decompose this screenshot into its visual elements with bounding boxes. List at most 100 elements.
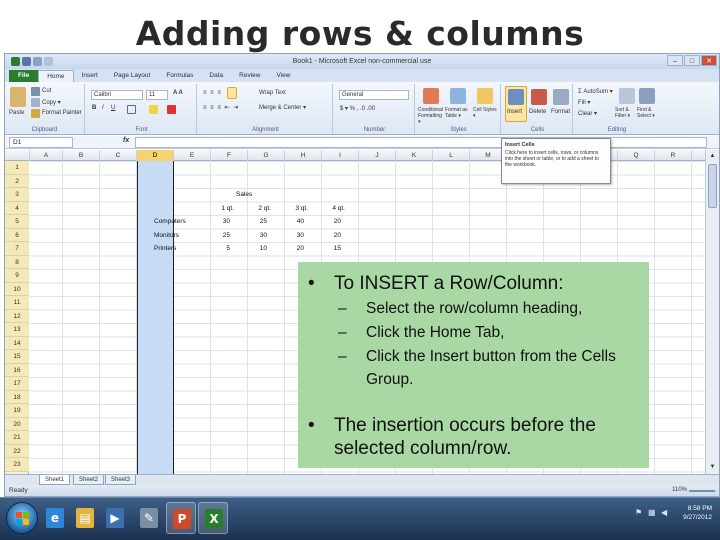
volume-icon[interactable]: ◀	[661, 508, 670, 517]
flag-icon[interactable]: ⚑	[635, 508, 644, 517]
sort-filter-button[interactable]: Sort & Filter ▾	[615, 107, 637, 119]
copy-icon[interactable]	[31, 98, 40, 107]
taskbar-app-powerpoint[interactable]: P	[166, 502, 196, 534]
font-size-select[interactable]: 11	[146, 90, 168, 100]
format-as-table-button[interactable]: Format as Table ▾	[445, 107, 471, 119]
tab-formulas[interactable]: Formulas	[158, 70, 201, 82]
italic-button[interactable]: I	[102, 105, 104, 111]
row-header-22[interactable]: 22	[5, 444, 29, 458]
merge-center-button[interactable]: Merge & Center ▾	[259, 104, 306, 111]
number-format-select[interactable]: General	[339, 90, 409, 100]
scroll-down-icon[interactable]: ▼	[708, 463, 717, 472]
sort-filter-icon[interactable]	[619, 88, 635, 104]
column-header-r[interactable]: R	[655, 150, 692, 161]
network-icon[interactable]: ▦	[648, 508, 657, 517]
sales-value-cell[interactable]: 30	[271, 229, 304, 243]
name-box[interactable]: D1	[9, 137, 73, 148]
quarter-header-cell[interactable]: 2 qt.	[238, 202, 271, 216]
bold-button[interactable]: B	[92, 105, 96, 111]
align-left-icon[interactable]: ≡ ≡ ≡ ⇤ ⇥	[203, 104, 239, 111]
cut-button[interactable]: Cut	[42, 88, 51, 94]
sales-value-cell[interactable]: 5	[197, 242, 230, 256]
tab-home[interactable]: Home	[38, 70, 74, 82]
column-header-b[interactable]: B	[63, 150, 100, 161]
function-icon[interactable]: fx	[123, 137, 129, 144]
tab-view[interactable]: View	[268, 70, 298, 82]
scroll-up-icon[interactable]: ▲	[708, 152, 717, 161]
sales-value-cell[interactable]: 25	[234, 215, 267, 229]
tab-page-layout[interactable]: Page Layout	[106, 70, 159, 82]
format-painter-icon[interactable]	[31, 109, 40, 118]
vertical-scrollbar[interactable]: ▲ ▼	[705, 150, 719, 474]
taskbar-app-explorer[interactable]: ▤	[70, 502, 100, 534]
zoom-slider[interactable]	[689, 490, 715, 492]
format-painter-button[interactable]: Format Painter	[42, 110, 82, 116]
wrap-text-button[interactable]: Wrap Text	[259, 90, 286, 96]
clear-button[interactable]: Clear ▾	[578, 110, 597, 117]
tab-file[interactable]: File	[9, 70, 39, 82]
select-all-corner[interactable]	[5, 150, 30, 161]
cell-styles-icon[interactable]	[477, 88, 493, 104]
insert-cells-icon[interactable]	[508, 89, 524, 105]
item-label-cell[interactable]: Monitors	[154, 229, 179, 243]
row-header-13[interactable]: 13	[5, 323, 29, 337]
row-header-3[interactable]: 3	[5, 188, 29, 202]
start-button[interactable]	[6, 502, 38, 534]
scroll-thumb[interactable]	[708, 164, 717, 208]
paste-button[interactable]: Paste	[9, 110, 24, 116]
row-header-21[interactable]: 21	[5, 431, 29, 445]
row-header-4[interactable]: 4	[5, 201, 29, 215]
row-header-1[interactable]: 1	[5, 161, 29, 175]
column-header-q[interactable]: Q	[618, 150, 655, 161]
middle-align-icon[interactable]	[227, 87, 237, 99]
sheet-tab-1[interactable]: Sheet1	[39, 475, 71, 485]
delete-cells-icon[interactable]	[531, 89, 547, 105]
conditional-formatting-button[interactable]: Conditional Formatting ▾	[418, 107, 444, 125]
tab-insert[interactable]: Insert	[74, 70, 106, 82]
font-color-icon[interactable]	[167, 105, 176, 114]
sales-value-cell[interactable]: 25	[197, 229, 230, 243]
tab-data[interactable]: Data	[201, 70, 231, 82]
sales-value-cell[interactable]: 20	[308, 215, 341, 229]
row-header-12[interactable]: 12	[5, 309, 29, 323]
column-header-d[interactable]: D	[137, 150, 174, 161]
formula-input[interactable]	[135, 137, 707, 148]
maximize-button[interactable]: □	[684, 55, 700, 66]
close-button[interactable]: ✕	[701, 55, 717, 66]
quarter-header-cell[interactable]: 4 qt.	[312, 202, 345, 216]
row-header-11[interactable]: 11	[5, 296, 29, 310]
row-header-15[interactable]: 15	[5, 350, 29, 364]
column-header-g[interactable]: G	[248, 150, 285, 161]
paste-icon[interactable]	[10, 87, 26, 107]
row-header-16[interactable]: 16	[5, 363, 29, 377]
row-header-18[interactable]: 18	[5, 390, 29, 404]
sales-value-cell[interactable]: 10	[234, 242, 267, 256]
copy-button[interactable]: Copy ▾	[42, 99, 61, 106]
quarter-header-cell[interactable]: 1 qt.	[201, 202, 234, 216]
sheet-tab-2[interactable]: Sheet2	[73, 475, 105, 485]
format-button[interactable]: Format	[551, 109, 570, 115]
format-as-table-icon[interactable]	[450, 88, 466, 104]
sales-value-cell[interactable]: 40	[271, 215, 304, 229]
format-cells-icon[interactable]	[553, 89, 569, 105]
row-header-5[interactable]: 5	[5, 215, 29, 229]
align-top-icon[interactable]: ≡ ≡ ≡	[203, 90, 222, 96]
underline-button[interactable]: U	[111, 105, 115, 111]
column-header-e[interactable]: E	[174, 150, 211, 161]
column-header-k[interactable]: K	[396, 150, 433, 161]
column-header-h[interactable]: H	[285, 150, 322, 161]
column-header-s[interactable]: S	[692, 150, 705, 161]
taskbar-app-media[interactable]: ▶	[100, 502, 130, 534]
row-header-2[interactable]: 2	[5, 174, 29, 188]
row-header-6[interactable]: 6	[5, 228, 29, 242]
item-label-cell[interactable]: Computers	[154, 215, 186, 229]
grow-font-icon[interactable]: A A	[173, 90, 183, 96]
taskbar-app-ie[interactable]: e	[40, 502, 70, 534]
sheet-tab-3[interactable]: Sheet3	[105, 475, 137, 485]
accounting-format-icon[interactable]: $ ▾ % , .0 .00	[340, 105, 375, 112]
selected-column-d[interactable]	[137, 161, 174, 474]
row-header-10[interactable]: 10	[5, 282, 29, 296]
taskbar-app-excel[interactable]: X	[198, 502, 228, 534]
row-header-19[interactable]: 19	[5, 404, 29, 418]
tab-review[interactable]: Review	[231, 70, 268, 82]
